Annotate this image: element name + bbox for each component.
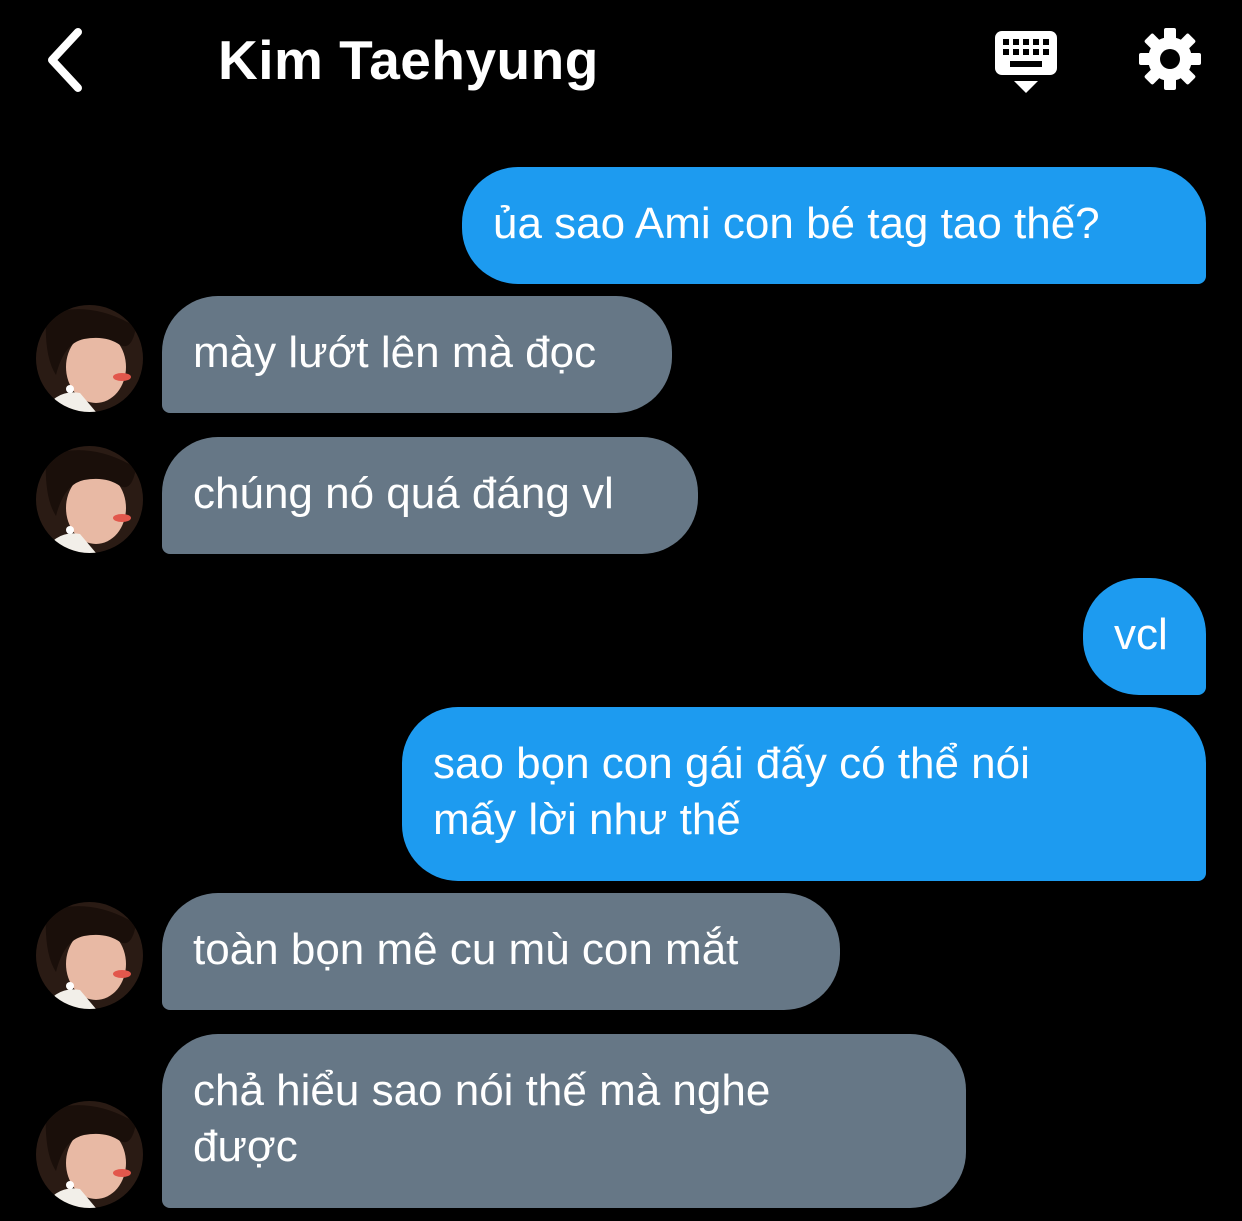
keyboard-toggle-button[interactable] — [990, 28, 1062, 94]
keyboard-hide-icon — [995, 31, 1057, 93]
message-text: chúng nó quá đáng vl — [193, 469, 614, 518]
message-text-line: chả hiểu sao nói thế mà nghe — [193, 1066, 771, 1115]
message-text-line: được — [193, 1122, 298, 1171]
incoming-message[interactable]: chả hiểu sao nói thế mà nghe được — [162, 1034, 966, 1208]
avatar[interactable] — [36, 446, 143, 553]
outgoing-message[interactable]: ủa sao Ami con bé tag tao thế? — [462, 167, 1206, 284]
outgoing-message[interactable]: vcl — [1083, 578, 1206, 695]
message-text: mày lướt lên mà đọc — [193, 328, 597, 377]
gear-icon — [1139, 28, 1201, 90]
message-text: toàn bọn mê cu mù con mắt — [193, 925, 739, 974]
message-text: ủa sao Ami con bé tag tao thế? — [493, 199, 1100, 248]
message-text: vcl — [1114, 610, 1168, 659]
message-text-line: mấy lời như thế — [433, 795, 741, 844]
back-button[interactable] — [38, 24, 98, 96]
avatar[interactable] — [36, 1101, 143, 1208]
avatar[interactable] — [36, 902, 143, 1009]
message-text-line: sao bọn con gái đấy có thể nói — [433, 739, 1030, 788]
incoming-message[interactable]: chúng nó quá đáng vl — [162, 437, 698, 554]
conversation-title: Kim Taehyung — [218, 29, 599, 91]
settings-button[interactable] — [1137, 26, 1203, 92]
chevron-left-icon — [48, 28, 82, 92]
outgoing-message[interactable]: sao bọn con gái đấy có thể nói mấy lời n… — [402, 707, 1206, 881]
chat-header: Kim Taehyung — [0, 0, 1242, 130]
incoming-message[interactable]: toàn bọn mê cu mù con mắt — [162, 893, 840, 1010]
avatar[interactable] — [36, 305, 143, 412]
incoming-message[interactable]: mày lướt lên mà đọc — [162, 296, 672, 413]
